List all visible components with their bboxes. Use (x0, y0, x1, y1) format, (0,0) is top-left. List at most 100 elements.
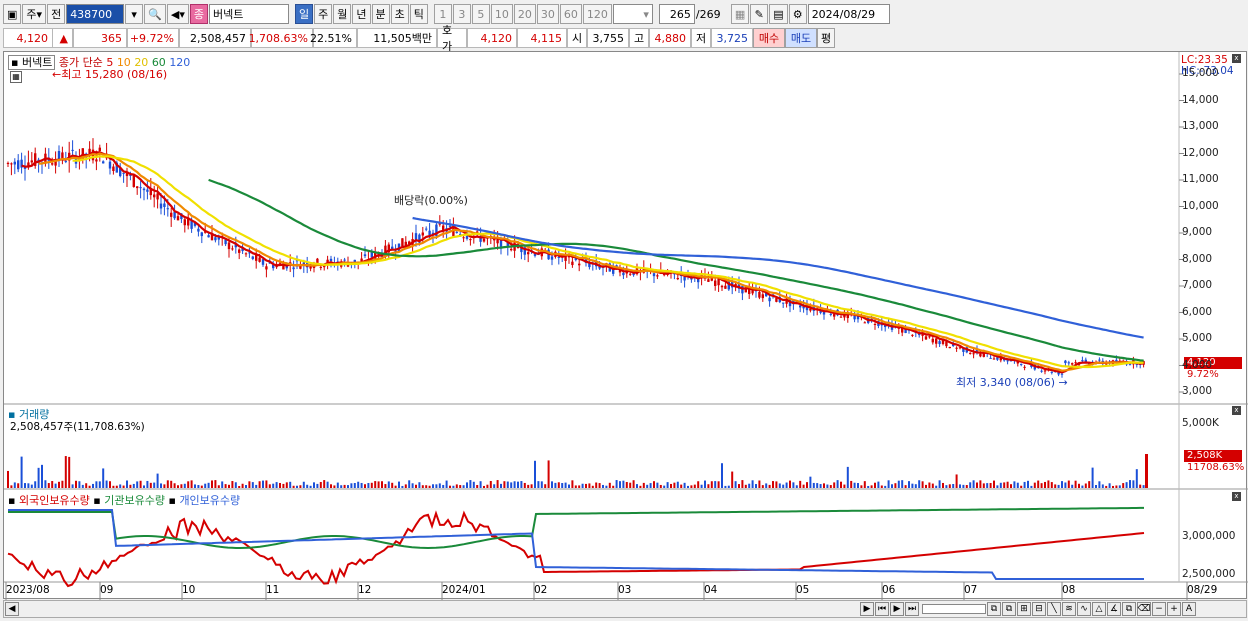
volume-bar (398, 481, 400, 488)
tool-icon-3[interactable]: ⊞ (1017, 602, 1031, 616)
search-icon[interactable]: 🔍 (144, 4, 166, 24)
calc-icon[interactable]: ▦ (10, 71, 22, 83)
period-select[interactable]: 주 ▾ (22, 4, 47, 24)
candle-body (1084, 359, 1087, 362)
high-note: 최고 15,280 (08/16) (61, 68, 168, 81)
gear-icon[interactable]: ⚙ (788, 4, 807, 24)
copy-tool-icon[interactable]: ⧉ (1122, 602, 1136, 616)
high-annotation: ←최고 15,280 (08/16) (52, 68, 168, 81)
erase-tool-icon[interactable]: ⌫ (1137, 602, 1151, 616)
volume-bar (595, 482, 598, 488)
candle-body (102, 161, 105, 164)
volume-bar (931, 483, 934, 488)
shape-tool-icon[interactable]: △ (1092, 602, 1106, 616)
volume-bar (313, 482, 315, 488)
volume-bar (27, 483, 30, 488)
chart-svg[interactable] (4, 52, 1248, 600)
volume-bar (217, 485, 220, 488)
interval-60[interactable]: 60 (559, 4, 582, 24)
sell-button[interactable]: 매도 (785, 28, 817, 48)
interval-3[interactable]: 3 (452, 4, 471, 24)
volume-bar (1122, 483, 1125, 488)
period-year[interactable]: 년 (352, 4, 371, 24)
first-page-icon[interactable]: ⏮ (875, 602, 889, 616)
angle-tool-icon[interactable]: ∡ (1107, 602, 1121, 616)
interval-20[interactable]: 20 (513, 4, 536, 24)
volume-bar (44, 480, 47, 488)
code-dropdown-icon[interactable]: ▾ (125, 4, 144, 24)
holding-close-icon[interactable]: x (1232, 492, 1241, 501)
period-second[interactable]: 초 (390, 4, 409, 24)
last-page-icon[interactable]: ⏭ (905, 602, 919, 616)
volume-bar (646, 484, 649, 488)
volume-close-icon[interactable]: x (1232, 406, 1241, 415)
line-tool-icon[interactable]: ╲ (1047, 602, 1061, 616)
period-month[interactable]: 월 (333, 4, 352, 24)
stock-name-field[interactable]: 버넥트 (209, 4, 289, 24)
candle-body (714, 280, 717, 286)
sound-icon[interactable]: ◀▾ (166, 4, 189, 24)
panel-tag[interactable]: ▪ 버넥트 (8, 55, 56, 70)
zoom-slider[interactable] (922, 604, 986, 614)
volume-bar (999, 482, 1002, 488)
interval-30[interactable]: 30 (536, 4, 559, 24)
eval-button[interactable]: 평 (817, 28, 835, 48)
price-close-icon[interactable]: x (1232, 54, 1241, 63)
volume-bar (105, 480, 108, 488)
candle-body (17, 160, 20, 170)
scroll-left-icon[interactable]: ◀ (5, 602, 19, 616)
volume-bar (680, 484, 683, 488)
volume-bar (1142, 485, 1145, 488)
candle-body (516, 247, 520, 249)
buy-button[interactable]: 매수 (753, 28, 785, 48)
draw-tool-icon[interactable]: ✎ (750, 4, 769, 24)
chart-area[interactable]: ▪ 버넥트 종가 단순 5 10 20 60 120 ▦ ←최고 15,280 … (3, 51, 1248, 600)
candle-body (1071, 363, 1074, 365)
interval-5[interactable]: 5 (471, 4, 490, 24)
volume-bar (1027, 480, 1029, 488)
volume-bar (765, 483, 768, 488)
volume-bar (187, 481, 190, 488)
window-icon[interactable]: ▣ (3, 4, 22, 24)
zoom-in-icon[interactable]: + (1167, 602, 1181, 616)
volume-bar (615, 480, 618, 488)
font-size-icon[interactable]: A (1182, 602, 1196, 616)
volume-bar (561, 483, 564, 488)
date-input[interactable]: 2024/08/29 (807, 4, 890, 24)
play-icon[interactable]: ▶ (890, 602, 904, 616)
interval-custom-input[interactable]: ▾ (612, 4, 653, 24)
volume-bar (734, 481, 737, 488)
stock-code-input[interactable]: 438700 (66, 4, 125, 24)
holding-y-tick-2: 2,500,000 (1182, 568, 1236, 580)
fibo-tool-icon[interactable]: ≋ (1062, 602, 1076, 616)
tool-icon-4[interactable]: ⊟ (1032, 602, 1046, 616)
volume-bar (833, 482, 836, 488)
volume-bar (459, 485, 462, 488)
wave-tool-icon[interactable]: ∿ (1077, 602, 1091, 616)
candle-body (924, 336, 928, 340)
interval-1[interactable]: 1 (433, 4, 452, 24)
interval-10[interactable]: 10 (490, 4, 513, 24)
period-day[interactable]: 일 (295, 4, 314, 24)
volume-bar (513, 481, 516, 488)
tool-icon-1[interactable]: ⧉ (987, 602, 1001, 616)
save-icon[interactable]: ▤ (769, 4, 788, 24)
volume-bar (969, 482, 972, 488)
grid-icon[interactable]: ▦ (730, 4, 750, 24)
volume-bar (768, 484, 771, 488)
interval-120[interactable]: 120 (582, 4, 612, 24)
volume-bar (160, 483, 162, 488)
volume-bar (673, 482, 676, 488)
volume-bar (282, 483, 285, 488)
zoom-out-icon[interactable]: − (1152, 602, 1166, 616)
scroll-right-icon[interactable]: ▶ (860, 602, 874, 616)
prev-button[interactable]: 전 (47, 4, 66, 24)
count-input[interactable]: 265 (658, 4, 695, 24)
period-minute[interactable]: 분 (371, 4, 390, 24)
period-week[interactable]: 주 (314, 4, 333, 24)
volume-bar (177, 485, 179, 488)
x-label: 2023/08 (6, 584, 50, 596)
tool-icon-2[interactable]: ⧉ (1002, 602, 1016, 616)
period-tick[interactable]: 틱 (409, 4, 428, 24)
volume-bar (374, 481, 377, 488)
